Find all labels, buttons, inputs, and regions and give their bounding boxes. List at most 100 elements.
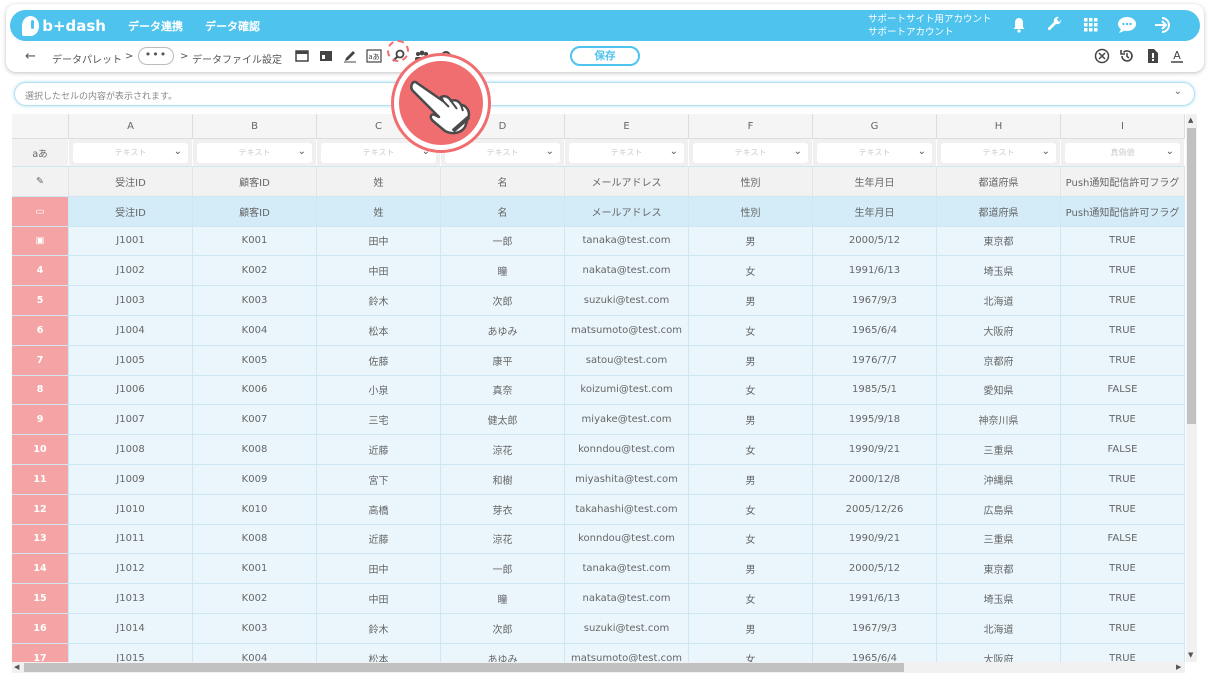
logout-icon[interactable] xyxy=(1152,14,1174,36)
chat-icon[interactable] xyxy=(1116,14,1138,36)
breadcrumb-item-palette[interactable]: データパレット xyxy=(52,51,122,66)
type-select[interactable]: テキスト ⌄ xyxy=(73,142,188,163)
table-cell[interactable]: 女 xyxy=(689,256,813,286)
table-cell[interactable]: FALSE xyxy=(1061,435,1185,464)
table-cell[interactable]: TRUE xyxy=(1061,405,1185,435)
table-cell[interactable]: TRUE xyxy=(1061,494,1185,524)
table-cell[interactable]: J1013 xyxy=(69,584,193,613)
table-cell[interactable]: J1003 xyxy=(69,286,193,315)
row-number[interactable]: 6 xyxy=(12,316,69,345)
nav-data-link[interactable]: データ連携 xyxy=(128,18,183,34)
row-number[interactable]: 8 xyxy=(12,375,69,405)
type-select[interactable]: テキスト ⌄ xyxy=(817,142,932,163)
table-cell[interactable]: 田中 xyxy=(317,226,441,256)
label-cell[interactable]: 性別 xyxy=(689,167,813,196)
row-number[interactable]: 14 xyxy=(12,554,69,584)
row-number[interactable]: 9 xyxy=(12,405,69,435)
display-name-cell[interactable]: 受注ID xyxy=(69,196,193,226)
table-cell[interactable]: TRUE xyxy=(1061,345,1185,375)
scroll-left-icon[interactable]: ◀ xyxy=(14,663,19,671)
table-cell[interactable]: 真奈 xyxy=(441,375,565,405)
display-name-cell[interactable]: 生年月日 xyxy=(813,196,937,226)
label-cell[interactable]: Push通知配信許可フラグ xyxy=(1061,167,1185,196)
table-cell[interactable]: K003 xyxy=(193,614,317,643)
table-cell[interactable]: 2000/5/12 xyxy=(813,554,937,584)
table-cell[interactable]: 健太郎 xyxy=(441,405,565,435)
column-header-h[interactable]: H xyxy=(937,114,1061,138)
table-icon[interactable] xyxy=(317,47,335,65)
grid-icon[interactable] xyxy=(1080,14,1102,36)
type-select[interactable]: テキスト ⌄ xyxy=(941,142,1056,163)
type-select[interactable]: テキスト ⌄ xyxy=(569,142,684,163)
row-number[interactable]: 13 xyxy=(12,524,69,554)
row-number[interactable]: 15 xyxy=(12,584,69,613)
table-cell[interactable]: 1967/9/3 xyxy=(813,286,937,315)
type-select[interactable]: テキスト ⌄ xyxy=(197,142,312,163)
table-cell[interactable]: K009 xyxy=(193,465,317,494)
table-cell[interactable]: suzuki@test.com xyxy=(565,286,689,315)
table-cell[interactable]: 鈴木 xyxy=(317,286,441,315)
breadcrumb-more-button[interactable]: ••• xyxy=(138,47,174,65)
type-select[interactable]: 真偽値 ⌄ xyxy=(1065,142,1180,163)
column-header-a[interactable]: A xyxy=(69,114,193,138)
row-number[interactable]: 4 xyxy=(12,256,69,286)
table-cell[interactable]: 沖縄県 xyxy=(937,465,1061,494)
table-cell[interactable]: 1976/7/7 xyxy=(813,345,937,375)
table-cell[interactable]: J1002 xyxy=(69,256,193,286)
table-cell[interactable]: FALSE xyxy=(1061,524,1185,554)
scroll-up-icon[interactable]: ▲ xyxy=(1188,116,1193,124)
table-cell[interactable]: 芽衣 xyxy=(441,494,565,524)
table-cell[interactable]: 宮下 xyxy=(317,465,441,494)
table-cell[interactable]: 松本 xyxy=(317,316,441,345)
display-name-cell[interactable]: 姓 xyxy=(317,196,441,226)
table-cell[interactable]: あゆみ xyxy=(441,316,565,345)
close-circle-icon[interactable] xyxy=(1093,47,1111,65)
table-cell[interactable]: 近藤 xyxy=(317,524,441,554)
font-icon[interactable]: A xyxy=(1168,47,1186,65)
table-cell[interactable]: K003 xyxy=(193,286,317,315)
back-arrow-icon[interactable]: ← xyxy=(25,49,36,64)
table-cell[interactable]: J1008 xyxy=(69,435,193,464)
table-cell[interactable]: 北海道 xyxy=(937,614,1061,643)
table-cell[interactable]: 1985/5/1 xyxy=(813,375,937,405)
table-cell[interactable]: 男 xyxy=(689,554,813,584)
display-name-cell[interactable]: 都道府県 xyxy=(937,196,1061,226)
table-cell[interactable]: 三重県 xyxy=(937,524,1061,554)
cell-content-bar[interactable]: 選択したセルの内容が表示されます。 ⌄ xyxy=(14,82,1195,106)
table-cell[interactable]: J1011 xyxy=(69,524,193,554)
table-cell[interactable]: miyashita@test.com xyxy=(565,465,689,494)
table-cell[interactable]: 1991/6/13 xyxy=(813,256,937,286)
table-cell[interactable]: 鈴木 xyxy=(317,614,441,643)
table-cell[interactable]: 男 xyxy=(689,345,813,375)
type-select[interactable]: テキスト ⌄ xyxy=(693,142,808,163)
display-name-cell[interactable]: 顧客ID xyxy=(193,196,317,226)
column-header-e[interactable]: E xyxy=(565,114,689,138)
label-cell[interactable]: 生年月日 xyxy=(813,167,937,196)
horizontal-scrollbar-thumb[interactable] xyxy=(24,663,904,672)
table-cell[interactable]: 2000/12/8 xyxy=(813,465,937,494)
table-cell[interactable]: 女 xyxy=(689,584,813,613)
column-header-b[interactable]: B xyxy=(193,114,317,138)
label-cell[interactable]: 姓 xyxy=(317,167,441,196)
table-cell[interactable]: J1001 xyxy=(69,226,193,256)
display-name-cell[interactable]: Push通知配信許可フラグ xyxy=(1061,196,1185,226)
row-number[interactable]: 11 xyxy=(12,465,69,494)
table-cell[interactable]: konndou@test.com xyxy=(565,435,689,464)
account-info[interactable]: サポートサイト用アカウント サポートアカウント xyxy=(868,13,992,39)
table-cell[interactable]: 京都府 xyxy=(937,345,1061,375)
row-number[interactable]: 7 xyxy=(12,345,69,375)
table-cell[interactable]: matsumoto@test.com xyxy=(565,316,689,345)
table-cell[interactable]: 瞳 xyxy=(441,584,565,613)
table-cell[interactable]: 高橋 xyxy=(317,494,441,524)
type-select[interactable]: テキスト ⌄ xyxy=(445,142,560,163)
row-number[interactable]: 16 xyxy=(12,614,69,643)
table-cell[interactable]: 北海道 xyxy=(937,286,1061,315)
display-name-cell[interactable]: 性別 xyxy=(689,196,813,226)
row-number[interactable]: 12 xyxy=(12,494,69,524)
table-cell[interactable]: 涼花 xyxy=(441,524,565,554)
table-cell[interactable]: TRUE xyxy=(1061,286,1185,315)
table-cell[interactable]: 埼玉県 xyxy=(937,256,1061,286)
table-cell[interactable]: matsumoto@test.com xyxy=(565,643,689,662)
table-cell[interactable]: 田中 xyxy=(317,554,441,584)
table-cell[interactable]: nakata@test.com xyxy=(565,584,689,613)
